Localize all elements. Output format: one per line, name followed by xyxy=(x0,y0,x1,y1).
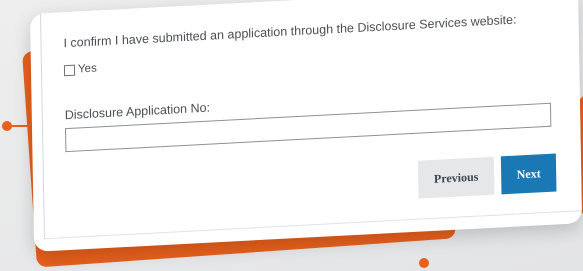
form-panel: I confirm I have submitted an applicatio… xyxy=(39,0,582,240)
application-number-label: Disclosure Application No: xyxy=(64,100,211,123)
decorative-dot-bottom xyxy=(419,258,429,268)
form-card: I confirm I have submitted an applicatio… xyxy=(30,0,583,252)
yes-checkbox-label: Yes xyxy=(77,62,97,76)
confirm-statement: I confirm I have submitted an applicatio… xyxy=(63,12,517,51)
screenshot-stage: I confirm I have submitted an applicatio… xyxy=(0,0,583,271)
next-button[interactable]: Next xyxy=(500,153,557,195)
form-card-wrapper: I confirm I have submitted an applicatio… xyxy=(30,0,583,252)
yes-checkbox[interactable] xyxy=(63,64,76,76)
decorative-line xyxy=(10,125,28,127)
decorative-dot-left xyxy=(2,121,12,131)
previous-button[interactable]: Previous xyxy=(417,156,495,199)
yes-checkbox-row[interactable]: Yes xyxy=(63,62,97,77)
